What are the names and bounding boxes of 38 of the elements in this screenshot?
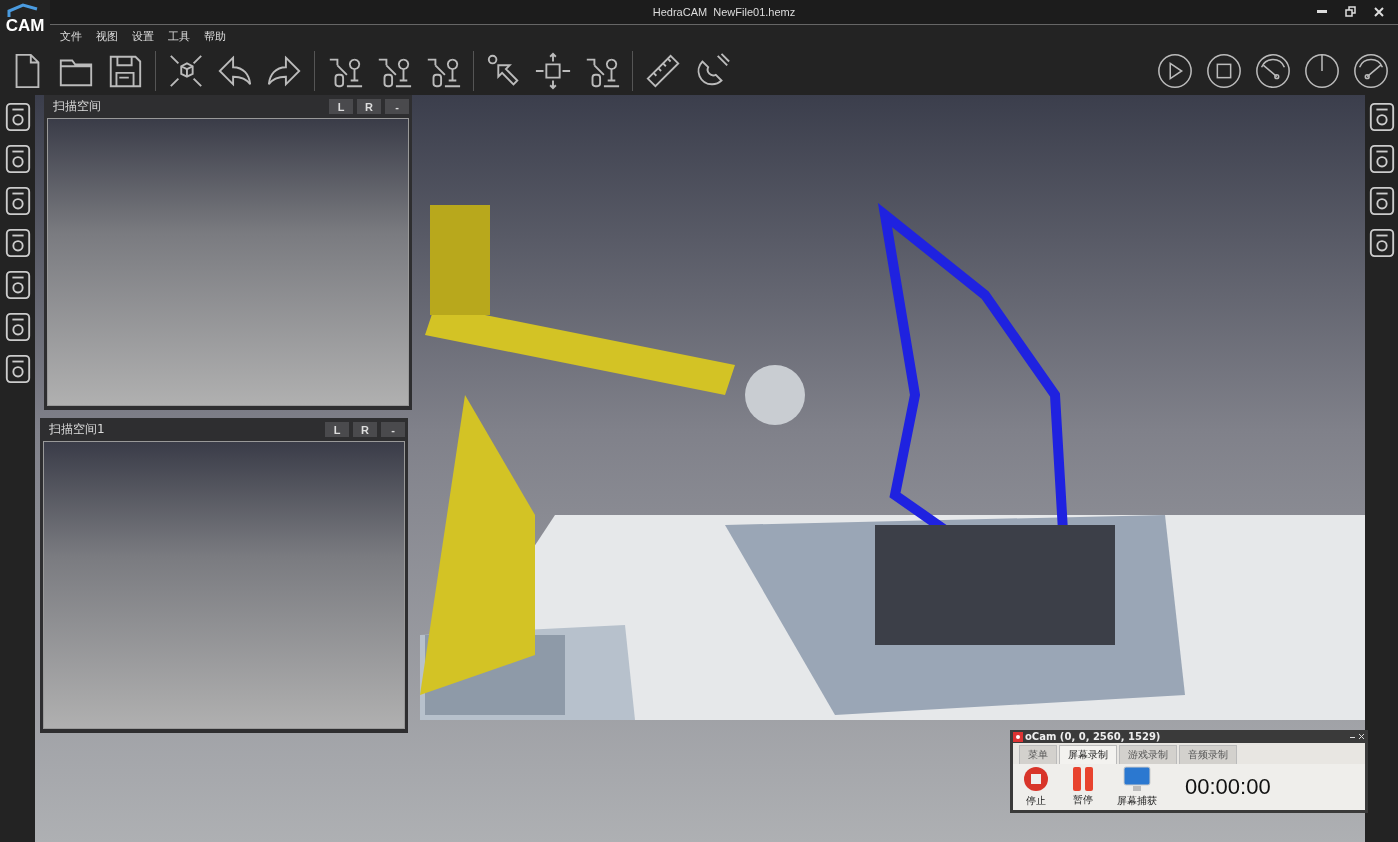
- panel-title: 扫描空间: [53, 98, 101, 115]
- panel-button[interactable]: L: [329, 99, 353, 114]
- minimize-icon[interactable]: [1350, 734, 1356, 739]
- menu-item[interactable]: 设置: [132, 28, 154, 44]
- app-icon: [1013, 731, 1023, 742]
- logo-text: CAM: [5, 17, 45, 35]
- recorder-title: oCam (0, 0, 2560, 1529): [1025, 731, 1161, 742]
- panel-button[interactable]: R: [353, 422, 377, 437]
- recorder-tab[interactable]: 菜单: [1019, 745, 1057, 764]
- close-icon[interactable]: [1374, 6, 1384, 17]
- stop-icon[interactable]: [1205, 52, 1243, 90]
- dial-left-icon[interactable]: [1254, 52, 1292, 90]
- capture-button[interactable]: 屏幕捕获: [1117, 766, 1157, 808]
- dial-right-icon[interactable]: [1352, 52, 1390, 90]
- dial-up-icon[interactable]: [1303, 52, 1341, 90]
- menu-item[interactable]: 视图: [96, 28, 118, 44]
- recorder-tab[interactable]: 屏幕录制: [1059, 745, 1117, 764]
- menu-item[interactable]: 文件: [60, 28, 82, 44]
- menu-item[interactable]: 工具: [168, 28, 190, 44]
- 3d-viewport[interactable]: 扫描空间 L R - 扫描空间1 L R - oCam (0, 0, 2560, 1529) 菜单 屏幕录制 游戏录制 音频录制 停止 暂停 屏幕捕获 00:00:00: [35, 95, 1365, 842]
- panel-button[interactable]: -: [381, 422, 405, 437]
- panel-button[interactable]: -: [385, 99, 409, 114]
- menu-item[interactable]: 帮助: [204, 28, 226, 44]
- recorder-tab[interactable]: 音频录制: [1179, 745, 1237, 764]
- play-icon[interactable]: [1156, 52, 1194, 90]
- panel-button[interactable]: L: [325, 422, 349, 437]
- ruler-icon[interactable]: [644, 52, 682, 90]
- close-icon[interactable]: [1358, 733, 1365, 740]
- timer-text: 00:00:00: [1185, 774, 1271, 800]
- recorder-tab[interactable]: 游戏录制: [1119, 745, 1177, 764]
- panel-button[interactable]: R: [357, 99, 381, 114]
- minimize-icon[interactable]: [1317, 9, 1327, 14]
- fit-view-icon[interactable]: [167, 52, 205, 90]
- panel-title: 扫描空间1: [49, 421, 105, 438]
- pause-button[interactable]: 暂停: [1071, 767, 1095, 807]
- window-title: HedraCAM NewFile01.hemz: [652, 6, 796, 18]
- move-icon[interactable]: [534, 52, 572, 90]
- restore-icon[interactable]: [1345, 6, 1356, 17]
